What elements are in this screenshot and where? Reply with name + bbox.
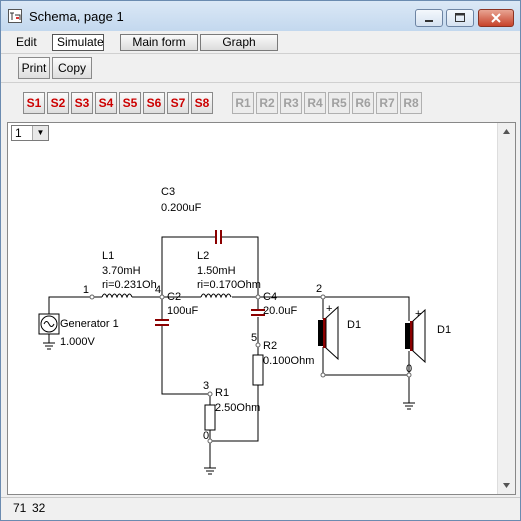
speaker2-name: D1 [437, 324, 451, 336]
app-icon [8, 9, 22, 23]
capacitor-c2[interactable] [155, 319, 169, 326]
r1-value: 2.50Ohm [215, 402, 260, 414]
main-form-button[interactable]: Main form [120, 34, 198, 51]
s1-button[interactable]: S1 [23, 92, 45, 114]
status-x: 71 [13, 501, 27, 515]
resistor-r2[interactable] [252, 354, 264, 386]
l2-ri: ri=0.170Ohm [197, 279, 261, 291]
chevron-down-icon[interactable]: ▼ [32, 126, 48, 140]
scroll-up-icon [503, 129, 510, 134]
c2-name: C2 [167, 291, 181, 303]
r1-button[interactable]: R1 [232, 92, 254, 114]
r6-button[interactable]: R6 [352, 92, 374, 114]
generator-1[interactable] [38, 313, 60, 350]
l2-value: 1.50mH [197, 265, 236, 277]
generator-name: Generator 1 [60, 318, 119, 330]
scroll-up-button[interactable] [498, 123, 515, 140]
window-title: Schema, page 1 [29, 9, 124, 24]
r1-name: R1 [215, 387, 229, 399]
menu-bar: Edit Simulate Main form Graph [1, 31, 520, 53]
speaker1-name: D1 [347, 319, 361, 331]
s7-button[interactable]: S7 [167, 92, 189, 114]
s8-button[interactable]: S8 [191, 92, 213, 114]
c3-name: C3 [161, 186, 175, 198]
resistor-r1[interactable] [204, 404, 216, 431]
c3-value: 0.200uF [161, 202, 202, 214]
r4-button[interactable]: R4 [304, 92, 326, 114]
s3-button[interactable]: S3 [71, 92, 93, 114]
schematic-diagram[interactable]: + + C3 0.200uF L1 3.70mH ri=0.231Oh L2 1… [8, 123, 498, 494]
minimize-button[interactable] [415, 9, 443, 27]
node-2-label: 2 [316, 283, 322, 295]
c4-name: C4 [263, 291, 277, 303]
speaker2-plus: + [415, 308, 421, 320]
r2-button[interactable]: R2 [256, 92, 278, 114]
r3-button[interactable]: R3 [280, 92, 302, 114]
node-3-label: 3 [203, 380, 209, 392]
speaker1-plus: + [326, 303, 332, 315]
graph-button[interactable]: Graph [200, 34, 278, 51]
r8-button[interactable]: R8 [400, 92, 422, 114]
scroll-down-icon [503, 483, 510, 488]
capacitor-c3[interactable] [215, 230, 222, 244]
title-bar: Schema, page 1 [1, 1, 520, 31]
s4-button[interactable]: S4 [95, 92, 117, 114]
ground-icon [403, 399, 415, 410]
node-0-label-b: 0 [406, 363, 412, 375]
toolbar-print: Print Copy [1, 53, 520, 82]
node-5-label: 5 [251, 332, 257, 344]
schema-window: Schema, page 1 Edit Simulate Main form G… [0, 0, 521, 521]
print-button[interactable]: Print [18, 57, 50, 79]
vertical-scrollbar[interactable] [497, 123, 515, 494]
close-icon [491, 13, 501, 23]
toolbar-buttons: S1 S2 S3 S4 S5 S6 S7 S8 R1 R2 R3 R4 R5 R… [1, 82, 520, 120]
page-select-value: 1 [15, 126, 22, 140]
status-bar: 71 32 [1, 497, 520, 520]
minimize-icon [425, 20, 433, 22]
r5-button[interactable]: R5 [328, 92, 350, 114]
inductor-l2[interactable] [200, 293, 232, 299]
ground-icon [204, 465, 216, 475]
status-y: 32 [32, 501, 46, 515]
menu-simulate[interactable]: Simulate [52, 34, 104, 51]
l1-ri: ri=0.231Oh [102, 279, 157, 291]
close-button[interactable] [478, 9, 514, 27]
c2-value: 100uF [167, 305, 198, 317]
scroll-down-button[interactable] [498, 477, 515, 494]
r2-name: R2 [263, 340, 277, 352]
node-dots [89, 294, 412, 444]
generator-value: 1.000V [60, 336, 96, 348]
s6-button[interactable]: S6 [143, 92, 165, 114]
page-select[interactable]: 1 ▼ [11, 125, 49, 141]
c4-value: 20.0uF [263, 305, 298, 317]
r7-button[interactable]: R7 [376, 92, 398, 114]
l1-name: L1 [102, 250, 114, 262]
l1-value: 3.70mH [102, 265, 141, 277]
inductor-l1[interactable] [92, 293, 146, 299]
node-0-label-a: 0 [203, 430, 209, 442]
r2-value: 0.100Ohm [263, 355, 314, 367]
menu-edit[interactable]: Edit [12, 34, 41, 51]
l2-name: L2 [197, 250, 209, 262]
schematic-canvas[interactable]: + + C3 0.200uF L1 3.70mH ri=0.231Oh L2 1… [7, 122, 516, 495]
maximize-icon [455, 13, 465, 22]
node-4-label: 4 [155, 284, 161, 296]
maximize-button[interactable] [446, 9, 474, 27]
node-1-label: 1 [83, 284, 89, 296]
copy-button[interactable]: Copy [52, 57, 92, 79]
s2-button[interactable]: S2 [47, 92, 69, 114]
s5-button[interactable]: S5 [119, 92, 141, 114]
